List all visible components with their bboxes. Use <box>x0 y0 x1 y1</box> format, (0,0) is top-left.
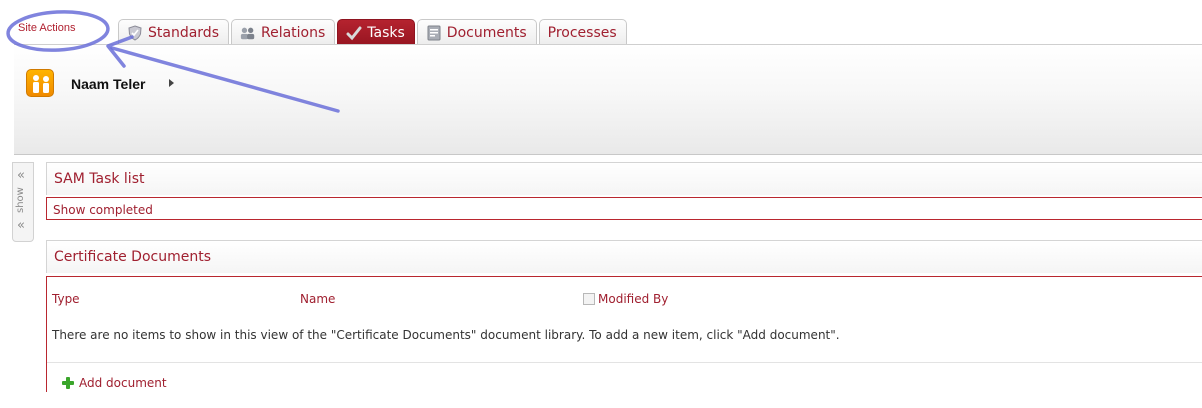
tab-relations-label: Relations <box>260 24 326 41</box>
column-header-name[interactable]: Name <box>300 292 335 306</box>
column-header-modified-by[interactable]: Modified By <box>583 292 668 306</box>
site-logo-icon <box>26 69 54 97</box>
top-nav-tabs: Standards Relations Tasks Documents Proc… <box>118 17 629 45</box>
tab-standards[interactable]: Standards <box>118 19 229 45</box>
divider <box>47 362 1202 363</box>
show-handle-label: show <box>15 187 26 213</box>
page-root: Site Actions Standards Relations Tasks D… <box>0 0 1202 408</box>
tab-tasks[interactable]: Tasks <box>337 19 415 45</box>
people-icon <box>240 25 256 41</box>
plus-icon <box>62 377 74 389</box>
column-header-modified-by-label: Modified By <box>598 292 669 306</box>
task-list-title-text[interactable]: SAM Task list <box>54 171 144 187</box>
certificate-documents-title: Certificate Documents <box>46 240 1202 273</box>
column-header-type[interactable]: Type <box>52 292 80 306</box>
tab-tasks-label: Tasks <box>367 24 405 41</box>
shield-icon <box>127 24 143 41</box>
checkmark-icon <box>346 25 362 41</box>
site-header <box>14 44 1202 155</box>
show-completed-link[interactable]: Show completed <box>53 203 153 217</box>
tab-documents-label: Documents <box>446 24 527 41</box>
show-quick-launch-handle[interactable]: « show « <box>12 162 34 242</box>
chevron-double-left-icon: « <box>17 218 25 233</box>
site-title[interactable]: Naam Teler <box>71 76 145 92</box>
empty-list-message: There are no items to show in this view … <box>52 328 840 342</box>
tab-processes-label: Processes <box>547 24 617 41</box>
certificate-documents-title-text[interactable]: Certificate Documents <box>54 249 211 265</box>
task-list-body: Show completed <box>46 197 1202 220</box>
tab-documents[interactable]: Documents <box>416 19 537 45</box>
site-actions-menu[interactable]: Site Actions <box>18 22 75 34</box>
breadcrumb-arrow-icon[interactable] <box>169 79 174 87</box>
add-document-link[interactable]: Add document <box>62 376 167 390</box>
tab-standards-label: Standards <box>148 24 219 41</box>
task-list-title: SAM Task list <box>46 162 1202 195</box>
tab-relations[interactable]: Relations <box>230 19 336 45</box>
add-document-label: Add document <box>79 376 167 390</box>
document-icon <box>426 25 442 41</box>
select-all-checkbox[interactable] <box>583 293 595 305</box>
tab-processes[interactable]: Processes <box>538 19 627 45</box>
